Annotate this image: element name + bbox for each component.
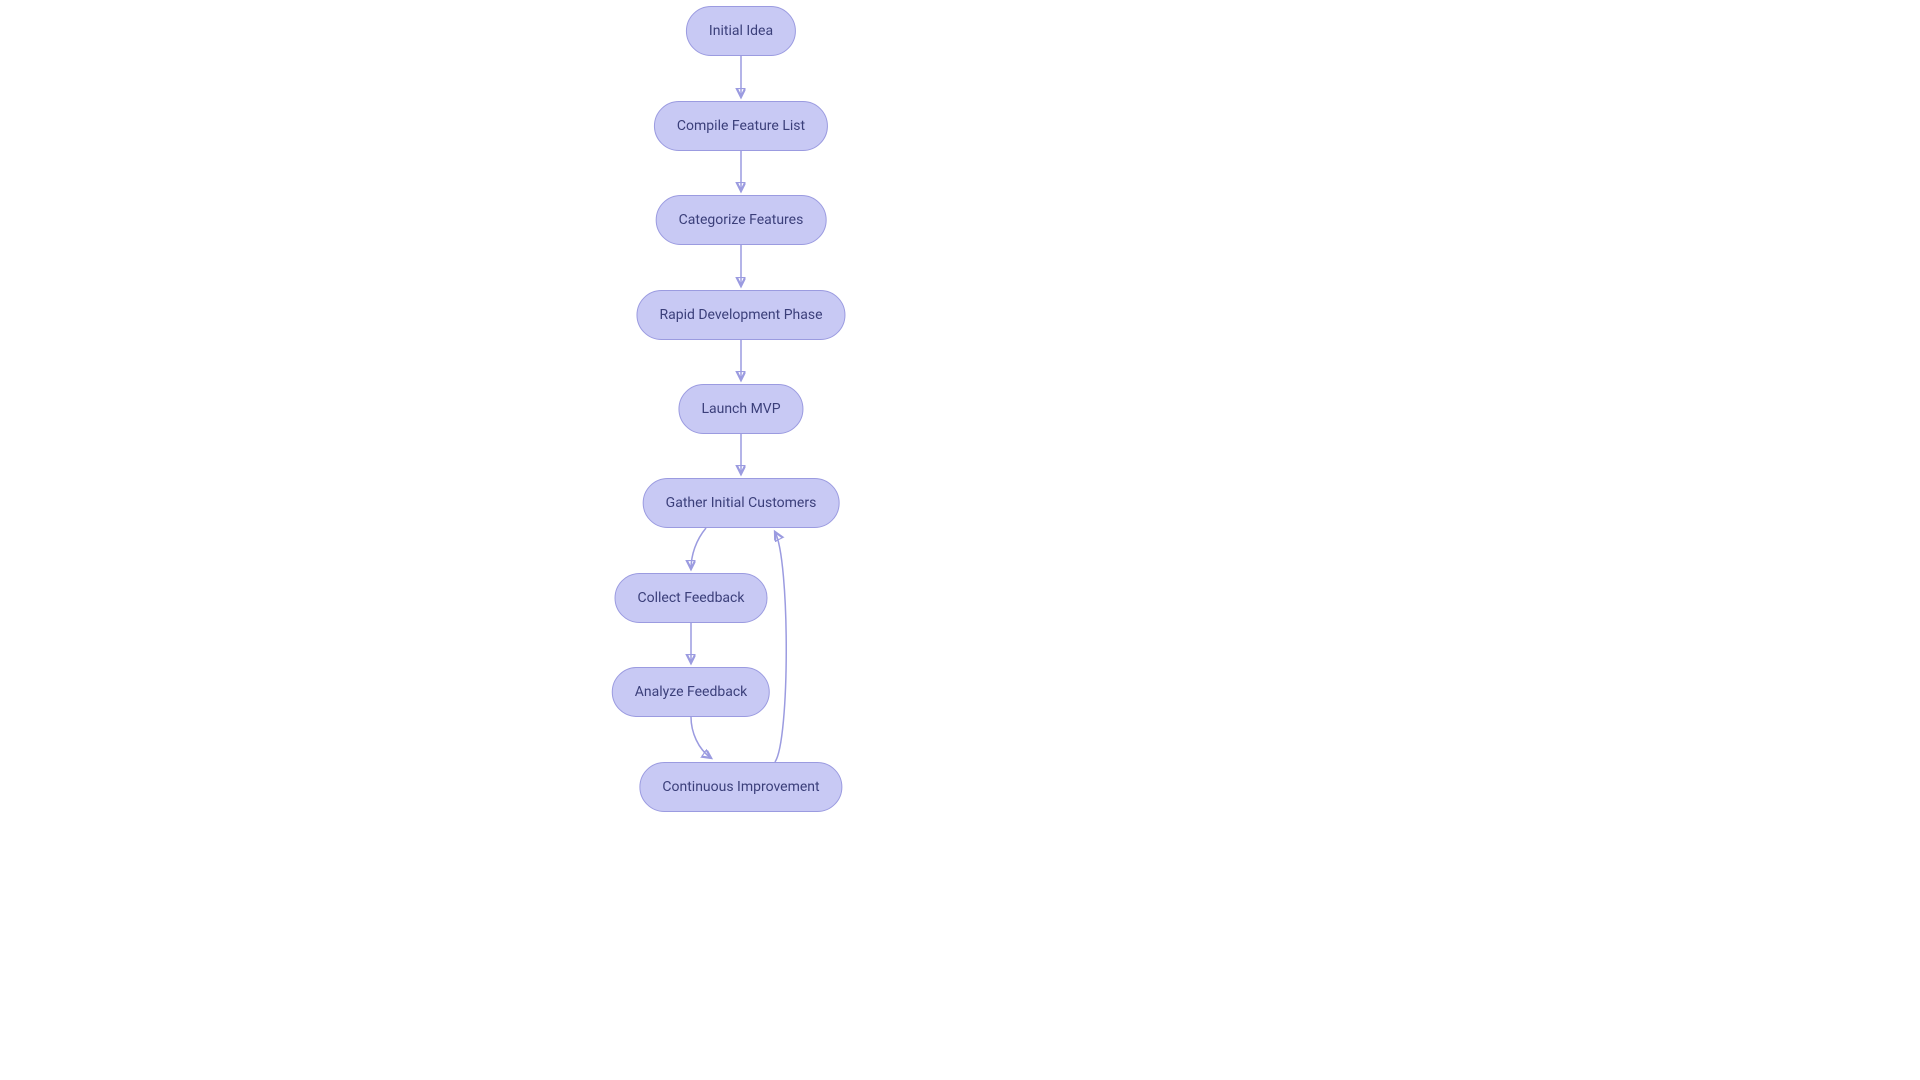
node-label: Collect Feedback	[638, 590, 745, 606]
node-continuous-improvement[interactable]: Continuous Improvement	[639, 762, 842, 812]
diagram-canvas: Initial Idea Compile Feature List Catego…	[0, 0, 1920, 1080]
node-label: Compile Feature List	[677, 118, 805, 134]
node-collect-feedback[interactable]: Collect Feedback	[615, 573, 768, 623]
node-analyze-feedback[interactable]: Analyze Feedback	[612, 667, 770, 717]
edge-8-5-loop	[775, 532, 786, 762]
node-label: Categorize Features	[679, 212, 804, 228]
node-compile-feature-list[interactable]: Compile Feature List	[654, 101, 828, 151]
node-gather-initial-customers[interactable]: Gather Initial Customers	[643, 478, 840, 528]
node-initial-idea[interactable]: Initial Idea	[686, 6, 796, 56]
edge-5-6	[691, 528, 706, 569]
node-categorize-features[interactable]: Categorize Features	[656, 195, 827, 245]
node-launch-mvp[interactable]: Launch MVP	[678, 384, 803, 434]
edge-7-8	[691, 717, 711, 758]
node-label: Continuous Improvement	[662, 779, 819, 795]
node-label: Rapid Development Phase	[659, 307, 822, 323]
edges-layer	[0, 0, 1920, 1080]
node-label: Initial Idea	[709, 23, 773, 39]
node-label: Launch MVP	[701, 401, 780, 417]
node-label: Gather Initial Customers	[666, 495, 817, 511]
node-label: Analyze Feedback	[635, 684, 747, 700]
node-rapid-development-phase[interactable]: Rapid Development Phase	[636, 290, 845, 340]
